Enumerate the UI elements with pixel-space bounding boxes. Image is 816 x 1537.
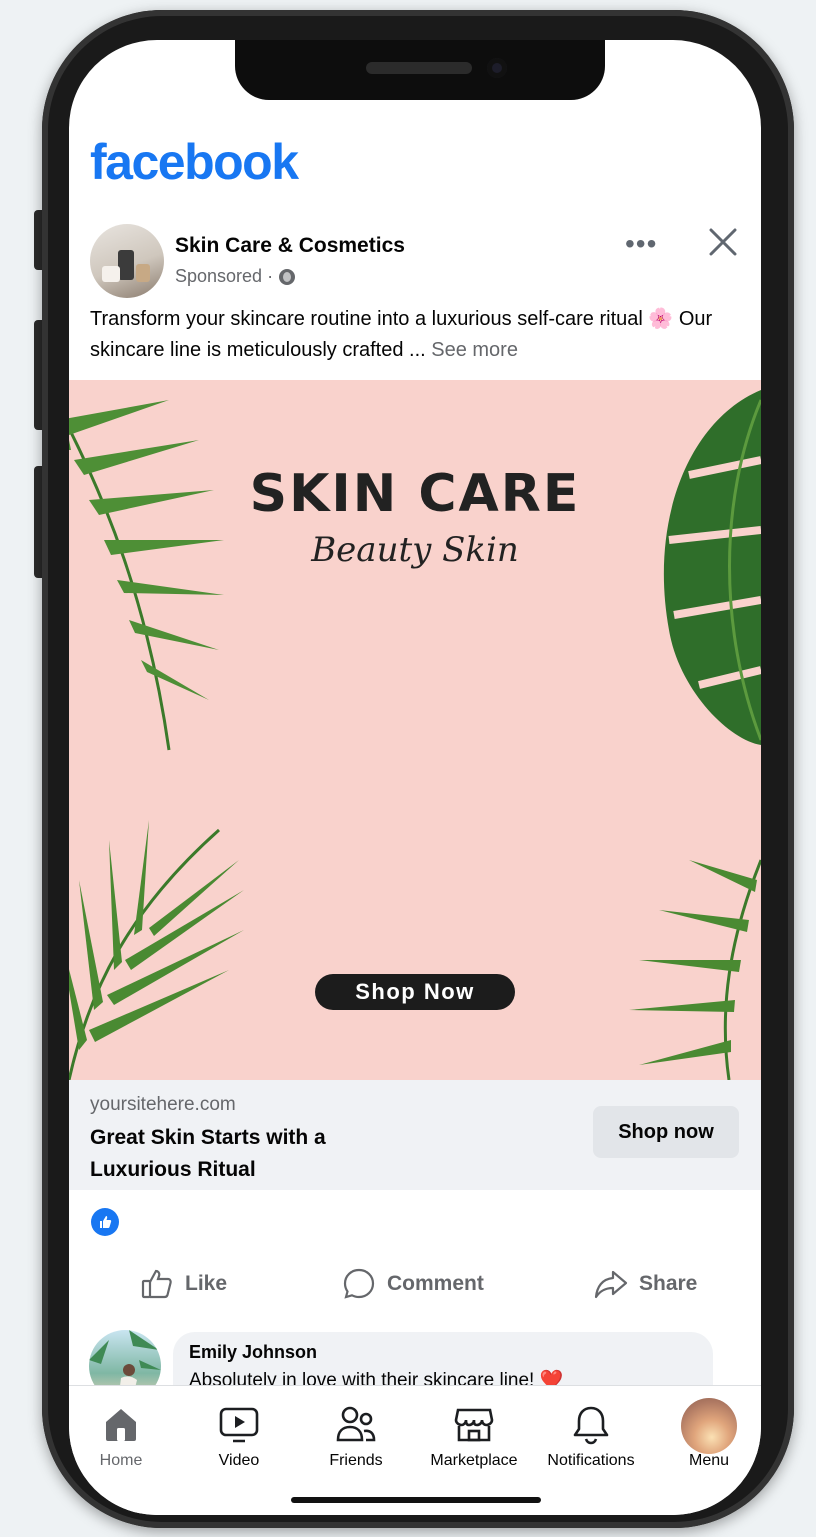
- post-actions: Like Comment Share: [69, 1262, 761, 1306]
- see-more-link[interactable]: See more: [431, 339, 518, 361]
- phone-notch: [235, 40, 605, 100]
- ad-domain: yoursitehere.com: [90, 1094, 236, 1115]
- share-icon: [594, 1270, 628, 1299]
- facebook-logo[interactable]: facebook: [90, 133, 299, 191]
- ad-title: Great Skin Starts with a Luxurious Ritua…: [90, 1126, 326, 1181]
- tab-video-label: Video: [218, 1452, 260, 1469]
- home-indicator[interactable]: [291, 1497, 541, 1503]
- comment-icon: [343, 1268, 375, 1299]
- close-icon[interactable]: [705, 224, 741, 260]
- tab-menu[interactable]: Menu: [651, 1386, 761, 1486]
- palm-leaf-top-left: [69, 400, 224, 751]
- tab-home-label: Home: [99, 1452, 143, 1469]
- sponsored-label: Sponsored ·: [175, 266, 296, 287]
- video-icon: [219, 1407, 259, 1443]
- shop-now-pill[interactable]: Shop Now: [315, 974, 515, 1010]
- tab-home[interactable]: Home: [69, 1386, 179, 1486]
- post-caption: Transform your skincare routine into a l…: [90, 304, 740, 366]
- phone-screen: facebook Skin Care & Cosmetics Sponsored…: [69, 40, 761, 1515]
- comment-label: Comment: [387, 1272, 484, 1295]
- bell-icon: [573, 1406, 609, 1445]
- tab-notifications-label: Notifications: [547, 1452, 635, 1469]
- tab-video[interactable]: Video: [181, 1386, 297, 1486]
- ad-image[interactable]: SKIN CARE Beauty Skin Shop Now: [69, 380, 761, 1080]
- globe-icon: [279, 268, 296, 285]
- caption-text-main: Transform your skincare routine into a l…: [90, 308, 649, 330]
- tab-friends-label: Friends: [329, 1452, 383, 1469]
- friends-icon: [336, 1406, 376, 1442]
- tab-notifications[interactable]: Notifications: [533, 1386, 649, 1486]
- tab-marketplace-label: Marketplace: [430, 1452, 518, 1469]
- profile-avatar: [681, 1398, 737, 1454]
- sponsored-text: Sponsored ·: [175, 266, 274, 286]
- share-label: Share: [639, 1272, 698, 1295]
- palm-leaf-bottom-right: [629, 859, 761, 1080]
- share-button[interactable]: Share: [593, 1262, 697, 1306]
- flower-emoji: 🌸: [648, 308, 674, 330]
- speaker-grille: [366, 62, 472, 74]
- tab-marketplace[interactable]: Marketplace: [416, 1386, 532, 1486]
- more-options-icon[interactable]: •••: [625, 228, 657, 260]
- like-reaction-icon[interactable]: [91, 1208, 119, 1236]
- tab-menu-label: Menu: [688, 1452, 730, 1469]
- tab-friends[interactable]: Friends: [298, 1386, 414, 1486]
- commenter-name[interactable]: Emily Johnson: [189, 1342, 317, 1363]
- home-icon: [106, 1409, 136, 1441]
- comment-button[interactable]: Comment: [341, 1262, 484, 1306]
- like-label: Like: [185, 1272, 228, 1295]
- front-camera: [487, 58, 507, 78]
- ad-script-subtitle: Beauty Skin: [311, 530, 519, 570]
- marketplace-icon: [454, 1408, 494, 1442]
- palm-leaf-bottom-left: [69, 820, 244, 1080]
- ad-link-bar[interactable]: yoursitehere.com Great Skin Starts with …: [69, 1080, 761, 1190]
- thumbs-up-icon: [141, 1269, 172, 1299]
- like-button[interactable]: Like: [139, 1262, 227, 1306]
- page-name[interactable]: Skin Care & Cosmetics: [175, 234, 405, 258]
- page-avatar[interactable]: [90, 224, 164, 298]
- shop-now-button[interactable]: Shop now: [593, 1106, 739, 1158]
- bottom-tab-bar: Home Video Friends Marketplace Notificat…: [69, 1385, 761, 1515]
- ad-headline: SKIN CARE: [249, 464, 581, 524]
